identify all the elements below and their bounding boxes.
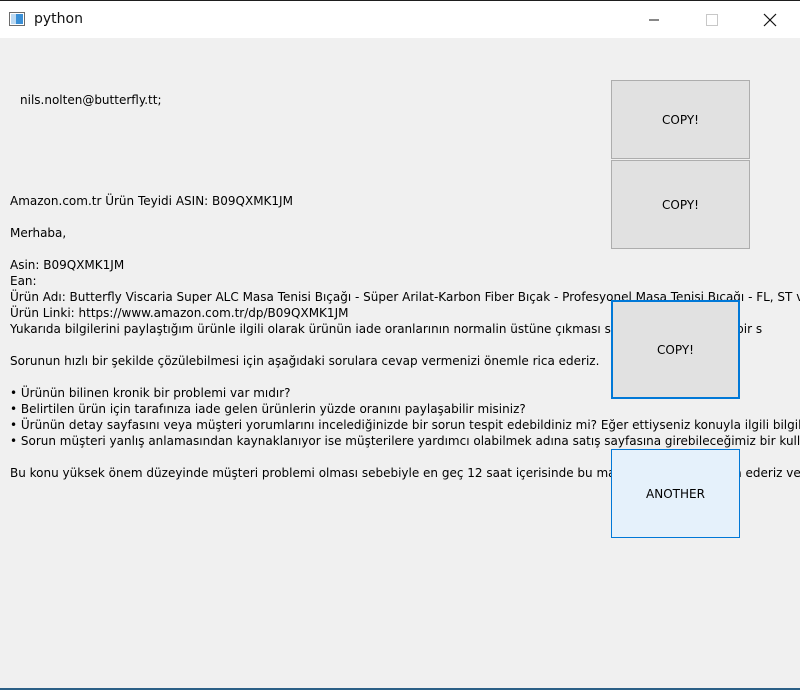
maximize-icon	[706, 13, 718, 26]
copy-subject-button[interactable]: COPY!	[611, 160, 750, 249]
minimize-button[interactable]	[625, 1, 683, 38]
minimize-icon	[649, 19, 659, 20]
python-window-icon	[9, 12, 25, 26]
maximize-button[interactable]	[683, 1, 741, 38]
window-title: python	[34, 11, 83, 27]
copy-body-button[interactable]: COPY!	[611, 300, 740, 399]
app-window: python nils.nolten@butterfly.tt; Amazon.…	[0, 0, 800, 690]
email-label: nils.nolten@butterfly.tt;	[20, 93, 162, 107]
client-area: nils.nolten@butterfly.tt; Amazon.com.tr …	[0, 39, 800, 688]
another-button[interactable]: ANOTHER	[611, 449, 740, 538]
close-icon	[763, 13, 777, 26]
close-button[interactable]	[741, 1, 799, 38]
title-bar[interactable]: python	[0, 1, 800, 38]
copy-email-button[interactable]: COPY!	[611, 80, 750, 159]
